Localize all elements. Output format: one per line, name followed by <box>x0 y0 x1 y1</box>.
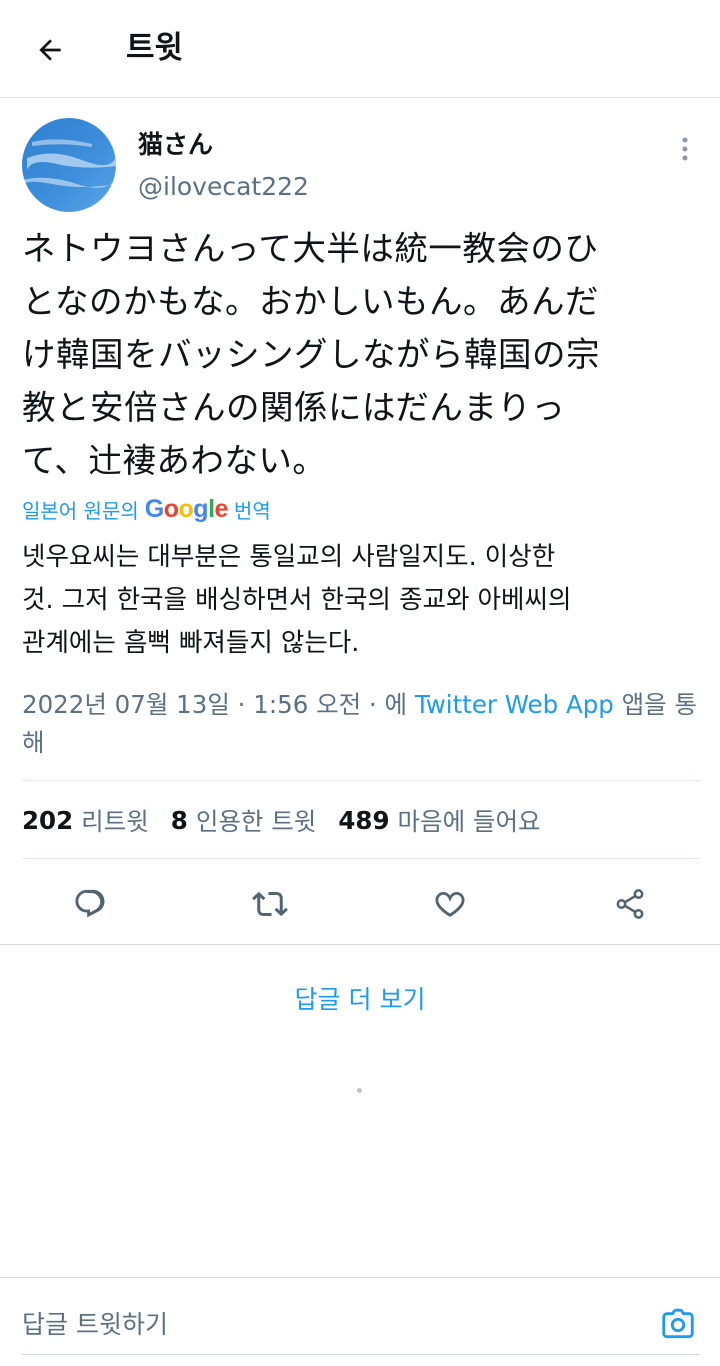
camera-icon <box>662 1308 694 1339</box>
camera-button[interactable] <box>656 1302 700 1346</box>
page-title: 트윗 <box>126 30 184 66</box>
translate-prefix: 일본어 원문의 <box>22 498 139 523</box>
retweet-button[interactable] <box>248 882 292 926</box>
tweet-text: ネトウヨさんって大半は統一教会のひ となのかもな。おかしいもん。あんだ け韓国を… <box>22 229 600 480</box>
translated-text: 넷우요씨는 대부분은 통일교의 사람일지도. 이상한 것. 그저 한국을 배싱하… <box>22 542 572 658</box>
top-app-bar: 트윗 <box>0 0 720 98</box>
back-button[interactable] <box>28 28 72 72</box>
divider <box>22 858 700 859</box>
quote-count: 8 <box>170 805 188 835</box>
more-options-button[interactable] <box>668 132 702 166</box>
like-button[interactable] <box>428 882 472 926</box>
user-handle[interactable]: @ilovecat222 <box>138 170 309 204</box>
translate-link[interactable]: 일본어 원문의 Google 번역 <box>22 492 271 526</box>
reply-input[interactable]: 답글 트윗하기 <box>22 1278 642 1366</box>
reply-bar: 답글 트윗하기 <box>0 1277 720 1366</box>
client-link[interactable]: Twitter Web App <box>415 690 614 719</box>
share-button[interactable] <box>608 882 652 926</box>
google-logo: Google <box>144 494 229 523</box>
avatar[interactable] <box>22 118 116 212</box>
retweet-count: 202 <box>22 805 74 835</box>
more-vertical-icon <box>682 137 688 161</box>
tweet-meta: 2022년 07월 13일 · 1:56 오전 · 에 Twitter Web … <box>22 686 702 762</box>
retweet-label: 리트윗 <box>81 806 149 836</box>
display-name[interactable]: 猫さん <box>138 128 213 162</box>
timestamp: 2022년 07월 13일 · 1:56 오전 · 에 <box>22 690 408 719</box>
divider <box>0 944 720 945</box>
tweet-stats: 202 리트윗 8 인용한 트윗 489 마음에 들어요 <box>22 800 563 840</box>
share-icon <box>616 889 644 919</box>
arrow-left-icon <box>39 39 61 61</box>
tweet-actions <box>0 874 720 934</box>
divider <box>22 780 700 781</box>
heart-icon <box>435 891 465 917</box>
like-label: 마음에 들어요 <box>397 806 541 836</box>
show-more-replies-button[interactable]: 답글 더 보기 <box>0 980 720 1020</box>
reply-button[interactable] <box>68 882 112 926</box>
likes-stat[interactable]: 489 마음에 들어요 <box>338 803 540 838</box>
reply-icon <box>75 889 105 918</box>
retweets-stat[interactable]: 202 리트윗 <box>22 803 149 838</box>
translate-suffix: 번역 <box>233 498 271 523</box>
quote-label: 인용한 트윗 <box>195 806 317 836</box>
loading-indicator <box>357 1088 362 1093</box>
retweet-icon <box>252 891 288 917</box>
divider <box>22 1354 700 1355</box>
like-count: 489 <box>338 805 390 835</box>
quotes-stat[interactable]: 8 인용한 트윗 <box>171 803 317 838</box>
